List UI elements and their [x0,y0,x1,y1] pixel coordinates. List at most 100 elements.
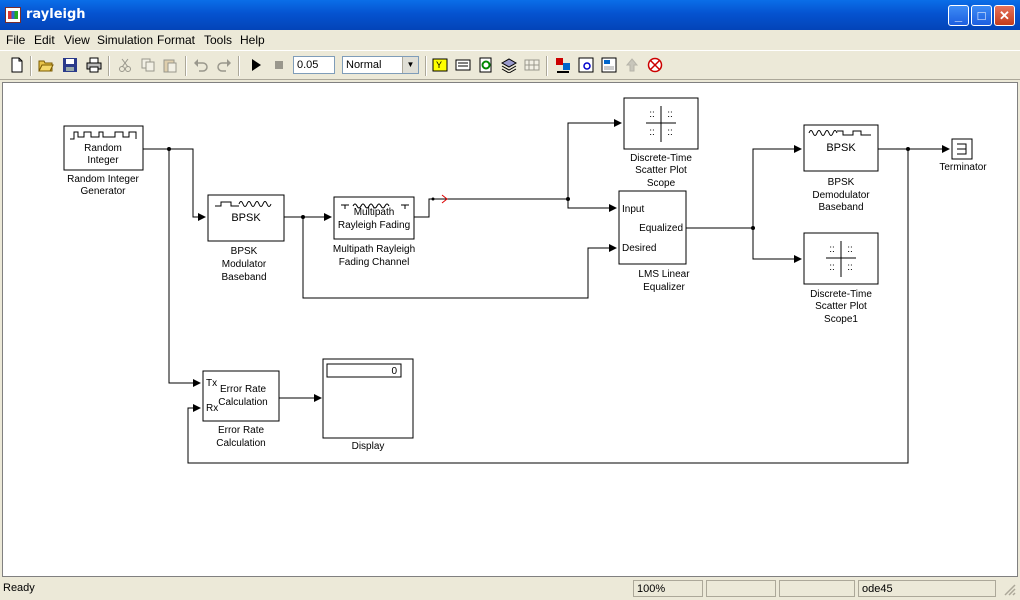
menu-tools[interactable]: Tools [204,33,232,47]
random-integer-face-line2: Integer [87,155,119,166]
window-title: rayleigh [26,7,86,22]
signal-line[interactable] [414,119,622,218]
scatter-plot-scope-block[interactable]: :::: :::: [623,97,699,150]
block-diagram: Random Integer Random Integer Generator … [63,97,987,464]
status-cell-empty [706,580,776,597]
random-integer-label-line1: Random Integer [67,174,139,185]
bpsk-demod-face: BPSK [826,142,856,154]
layers-icon[interactable] [501,57,517,73]
maximize-button[interactable]: □ [971,5,992,26]
up-arrow-icon[interactable] [624,57,640,73]
multipath-rayleigh-fading-block[interactable]: Multipath Rayleigh Fading [333,196,415,240]
paste-icon[interactable] [162,57,178,73]
help-target-icon[interactable] [647,57,663,73]
open-folder-icon[interactable] [38,57,54,73]
close-button[interactable]: ✕ [994,5,1015,26]
redo-icon[interactable] [216,57,232,73]
solver-name: ode45 [858,580,996,597]
title-bar: rayleigh _ □ ✕ [0,0,1020,30]
menu-edit[interactable]: Edit [34,33,55,47]
signal-line[interactable] [187,149,909,464]
svg-text:::: :: [649,109,655,120]
fading-face-line2: Rayleigh Fading [338,220,410,231]
resize-grip-icon[interactable] [1003,583,1016,596]
build-icon[interactable]: Y [432,57,448,73]
refresh-icon[interactable] [478,57,494,73]
signal-line[interactable] [686,145,802,229]
error-rate-calculation-block[interactable]: Tx Rx Error Rate Calculation [202,370,280,422]
copy-icon[interactable] [140,57,156,73]
start-simulation-icon[interactable] [248,57,264,73]
svg-text:::: :: [667,127,673,138]
new-model-icon[interactable] [9,57,25,73]
svg-text:::: :: [829,262,835,273]
svg-text:::: :: [847,244,853,255]
stop-time-input[interactable]: 0.05 [293,56,335,74]
scope1-label-line1: Discrete-Time [810,289,872,300]
lms-label-line1: LMS Linear [638,269,690,280]
scope-label-line1: Discrete-Time [630,153,692,164]
chevron-down-icon[interactable]: ▼ [402,57,418,73]
bpsk-mod-label-line2: Modulator [222,259,267,270]
svg-text:::: :: [649,127,655,138]
scatter-plot-scope1-block[interactable]: :::: :::: [803,232,879,285]
error-rate-label-line2: Calculation [216,438,265,449]
bpsk-demod-label-line1: BPSK [828,177,855,188]
error-rate-face-line2: Calculation [218,397,267,408]
stop-simulation-icon[interactable] [271,57,287,73]
bpsk-mod-label-line1: BPSK [231,246,258,257]
scope1-label-line3: Scope1 [824,314,858,325]
error-rate-face-line1: Error Rate [220,384,267,395]
signal-line[interactable] [752,228,802,263]
svg-text:::: :: [847,262,853,273]
scope1-label-line2: Scatter Plot [815,301,867,312]
menu-file[interactable]: File [6,33,25,47]
fading-label-line1: Multipath Rayleigh [333,244,415,255]
simulation-mode-select[interactable]: Normal ▼ [342,56,419,74]
scope-label-line2: Scatter Plot [635,165,687,176]
display-value: 0 [391,366,397,377]
lms-port-equalized: Equalized [639,223,683,234]
bpsk-demod-label-line3: Baseband [818,202,863,213]
random-integer-generator-block[interactable]: Random Integer [63,125,144,171]
undo-icon[interactable] [193,57,209,73]
model-canvas[interactable]: Random Integer Random Integer Generator … [2,82,1018,577]
minimize-button[interactable]: _ [948,5,969,26]
zoom-level: 100% [633,580,703,597]
save-icon[interactable] [62,57,78,73]
svg-text:Y: Y [436,60,442,70]
scope-label-line3: Scope [647,178,676,189]
error-rate-port-rx: Rx [206,403,218,414]
terminator-block[interactable] [951,138,973,160]
menu-simulation[interactable]: Simulation [97,33,153,47]
bpsk-demod-label-line2: Demodulator [812,190,870,201]
signal-line[interactable] [567,199,617,212]
menu-view[interactable]: View [64,33,90,47]
status-cell-empty [779,580,855,597]
display-block[interactable]: 0 [322,358,414,439]
signal-line[interactable] [168,149,201,387]
random-integer-label-line2: Generator [80,186,126,197]
bpsk-modulator-block[interactable]: BPSK [207,194,285,242]
menu-help[interactable]: Help [240,33,265,47]
display-label: Display [352,441,385,452]
debug-icon[interactable] [601,57,617,73]
grid-icon[interactable] [524,57,540,73]
svg-text:::: :: [829,244,835,255]
simulation-mode-value: Normal [346,59,382,71]
lms-linear-equalizer-block[interactable]: Input Desired Equalized [618,190,687,265]
cut-icon[interactable] [117,57,133,73]
bpsk-demodulator-block[interactable]: BPSK [803,124,879,172]
print-icon[interactable] [86,57,102,73]
status-text: Ready [3,582,35,594]
update-diagram-icon[interactable] [455,57,471,73]
random-integer-face-line1: Random [84,143,122,154]
error-rate-port-tx: Tx [206,378,217,389]
simulink-app-icon[interactable] [5,7,21,23]
lms-port-input: Input [622,204,644,215]
signal-line[interactable] [143,148,206,221]
model-explorer-icon[interactable] [578,57,594,73]
terminator-label: Terminator [939,162,987,173]
menu-format[interactable]: Format [157,33,195,47]
library-browser-icon[interactable] [555,57,571,73]
